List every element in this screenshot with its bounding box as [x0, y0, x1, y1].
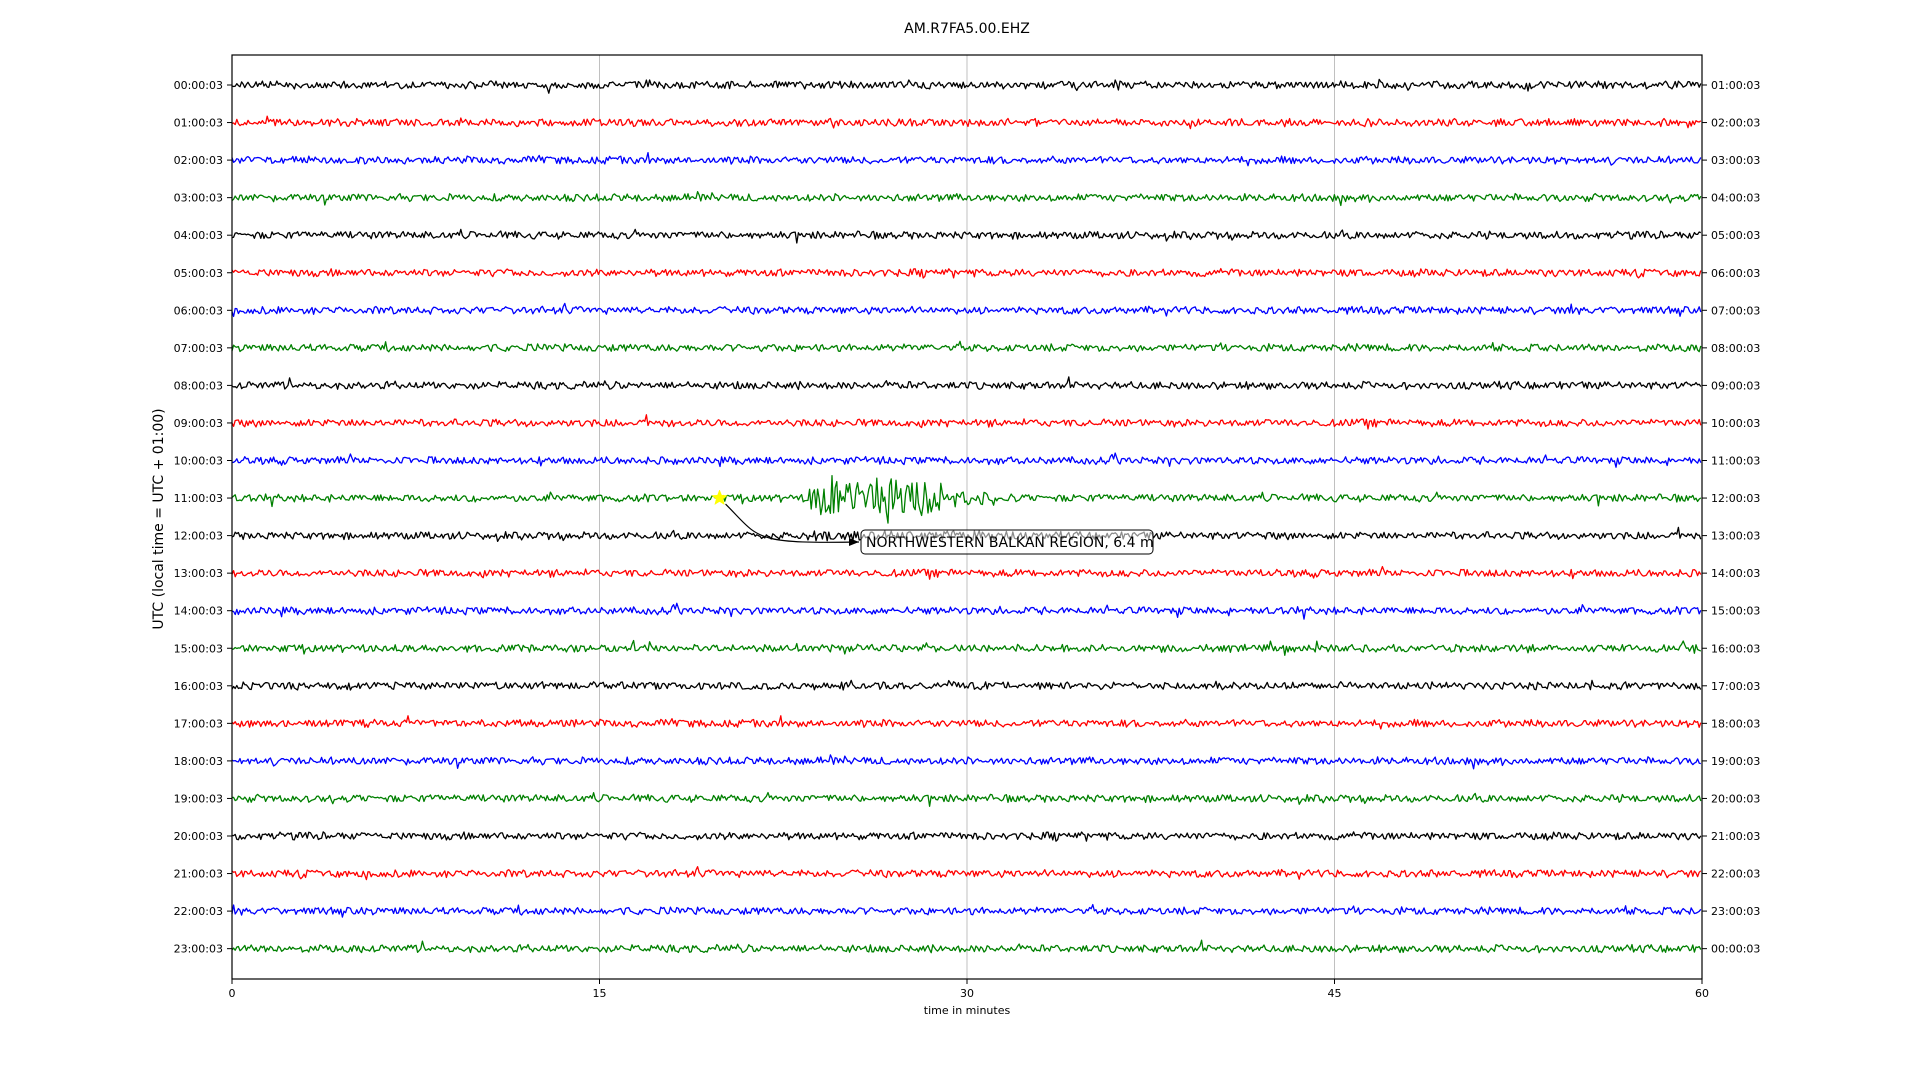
helicorder-figure: AM.R7FA5.00.EHZ UTC (local time = UTC + … — [0, 0, 1920, 1080]
y-tick-label-right: 02:00:03 — [1711, 117, 1760, 130]
y-tick-label-left: 00:00:03 — [174, 79, 223, 92]
y-tick-label-left: 11:00:03 — [174, 492, 223, 505]
x-tick-label: 30 — [960, 987, 974, 1000]
y-tick-label-left: 14:00:03 — [174, 605, 223, 618]
y-tick-label-left: 22:00:03 — [174, 905, 223, 918]
helicorder-chart: AM.R7FA5.00.EHZ UTC (local time = UTC + … — [151, 21, 1760, 1017]
y-tick-label-right: 21:00:03 — [1711, 830, 1760, 843]
trace-line — [231, 267, 1702, 279]
y-tick-label-right: 13:00:03 — [1711, 530, 1760, 543]
y-tick-label-left: 17:00:03 — [174, 717, 223, 730]
y-tick-label-right: 10:00:03 — [1711, 417, 1760, 430]
trace-line — [231, 228, 1702, 244]
x-tick-label: 45 — [1328, 987, 1342, 1000]
y-tick-label-left: 10:00:03 — [174, 455, 223, 468]
y-tick-label-right: 18:00:03 — [1711, 717, 1760, 730]
trace-line — [232, 791, 1702, 807]
chart-title: AM.R7FA5.00.EHZ — [904, 21, 1030, 37]
y-tick-label-left: 15:00:03 — [174, 642, 223, 655]
event-star-marker — [711, 489, 728, 506]
x-tick-label: 0 — [229, 987, 236, 1000]
y-tick-label-left: 08:00:03 — [174, 379, 223, 392]
trace-line — [231, 639, 1702, 656]
y-tick-label-left: 18:00:03 — [174, 755, 223, 768]
y-tick-label-right: 09:00:03 — [1711, 379, 1760, 392]
trace-line — [231, 754, 1702, 770]
trace-line — [231, 190, 1702, 207]
y-tick-label-left: 13:00:03 — [174, 567, 223, 580]
y-tick-label-left: 20:00:03 — [174, 830, 223, 843]
y-tick-label-right: 03:00:03 — [1711, 154, 1760, 167]
trace-line — [231, 115, 1702, 130]
y-tick-label-right: 07:00:03 — [1711, 304, 1760, 317]
x-tick-label: 60 — [1695, 987, 1709, 1000]
y-tick-label-left: 12:00:03 — [174, 530, 223, 543]
y-tick-label-right: 11:00:03 — [1711, 455, 1760, 468]
y-tick-label-right: 22:00:03 — [1711, 868, 1760, 881]
trace-line — [231, 831, 1702, 842]
y-tick-label-left: 23:00:03 — [174, 943, 223, 956]
y-tick-label-right: 19:00:03 — [1711, 755, 1760, 768]
y-tick-label-left: 09:00:03 — [174, 417, 223, 430]
trace-line — [231, 715, 1702, 730]
y-tick-label-right: 23:00:03 — [1711, 905, 1760, 918]
y-tick-label-right: 01:00:03 — [1711, 79, 1760, 92]
seismic-traces — [231, 78, 1702, 954]
y-tick-label-left: 04:00:03 — [174, 229, 223, 242]
event-label: NORTHWESTERN BALKAN REGION, 6.4 m — [866, 535, 1154, 551]
trace-line — [231, 679, 1702, 691]
y-tick-label-left: 05:00:03 — [174, 267, 223, 280]
y-tick-label-right: 14:00:03 — [1711, 567, 1760, 580]
trace-line — [231, 474, 1702, 524]
trace-line — [231, 939, 1702, 954]
y-tick-label-right: 00:00:03 — [1711, 943, 1760, 956]
y-tick-label-right: 06:00:03 — [1711, 267, 1760, 280]
trace-line — [231, 340, 1702, 353]
trace-line — [231, 78, 1702, 94]
y-axis-label: UTC (local time = UTC + 01:00) — [151, 408, 167, 629]
trace-line — [231, 602, 1702, 620]
y-tick-label-left: 03:00:03 — [174, 192, 223, 205]
y-tick-label-left: 16:00:03 — [174, 680, 223, 693]
trace-line — [231, 866, 1702, 881]
grid-lines — [599, 55, 1335, 979]
trace-line — [231, 376, 1702, 391]
y-tick-label-left: 07:00:03 — [174, 342, 223, 355]
trace-line — [231, 452, 1702, 468]
y-tick-label-left: 21:00:03 — [174, 868, 223, 881]
trace-line — [231, 903, 1702, 918]
y-tick-label-right: 17:00:03 — [1711, 680, 1760, 693]
y-tick-label-right: 04:00:03 — [1711, 192, 1760, 205]
y-tick-label-right: 05:00:03 — [1711, 229, 1760, 242]
y-tick-label-right: 15:00:03 — [1711, 605, 1760, 618]
trace-line — [231, 151, 1702, 167]
y-tick-label-left: 19:00:03 — [174, 792, 223, 805]
y-tick-label-right: 12:00:03 — [1711, 492, 1760, 505]
y-tick-label-right: 20:00:03 — [1711, 792, 1760, 805]
trace-line — [231, 302, 1702, 318]
y-tick-label-right: 16:00:03 — [1711, 642, 1760, 655]
y-tick-label-left: 02:00:03 — [174, 154, 223, 167]
trace-line — [231, 414, 1702, 430]
y-tick-label-right: 08:00:03 — [1711, 342, 1760, 355]
y-tick-label-left: 06:00:03 — [174, 304, 223, 317]
annotation-arrowhead — [849, 538, 859, 546]
x-tick-label: 15 — [593, 987, 607, 1000]
x-axis-label: time in minutes — [924, 1004, 1011, 1017]
trace-line — [231, 565, 1702, 580]
y-tick-label-left: 01:00:03 — [174, 117, 223, 130]
